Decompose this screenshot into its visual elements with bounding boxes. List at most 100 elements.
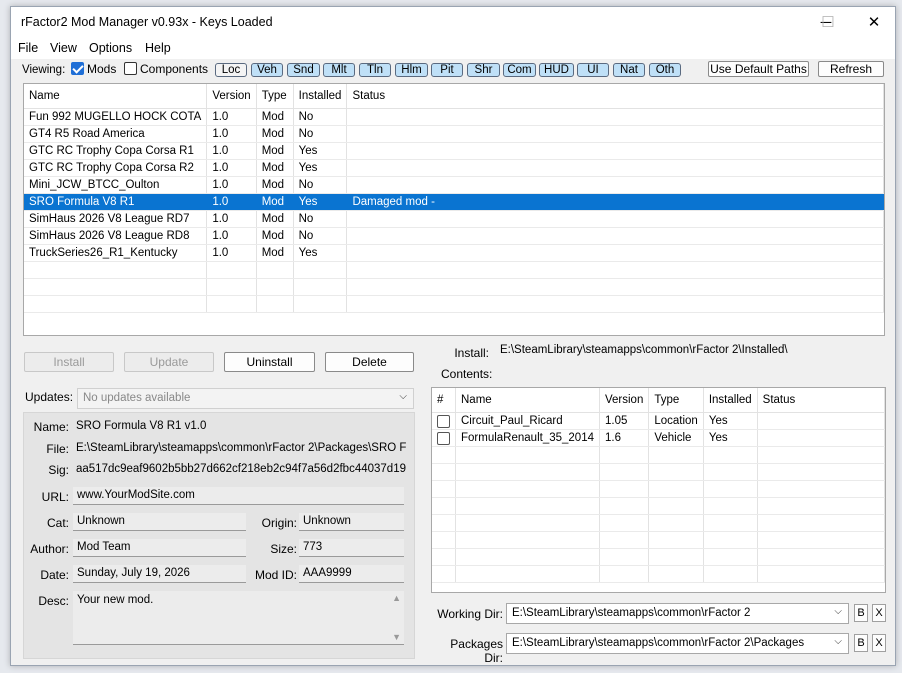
toggle-veh[interactable]: Veh <box>251 63 283 77</box>
content-type-cell: Location <box>648 412 704 430</box>
toggle-pit[interactable]: Pit <box>431 63 463 77</box>
empty-cell <box>206 295 257 313</box>
empty-cell <box>256 261 294 279</box>
toggle-hud[interactable]: HUD <box>539 63 574 77</box>
working-dir-clear-button[interactable]: X <box>872 604 886 622</box>
menu-file[interactable]: File <box>18 41 38 55</box>
col-status[interactable]: Status <box>346 84 884 109</box>
mod-row[interactable]: GT4 R5 Road America 1.0 Mod No <box>24 125 884 143</box>
packages-dir-clear-button[interactable]: X <box>872 634 886 652</box>
author-field[interactable]: Mod Team <box>73 539 246 557</box>
working-dir-dropdown[interactable]: E:\SteamLibrary\steamapps\common\rFactor… <box>506 603 849 624</box>
working-dir-value: E:\SteamLibrary\steamapps\common\rFactor… <box>512 607 751 619</box>
mod-row[interactable]: Fun 992 MUGELLO HOCK COTA 1.0 Mod No <box>24 108 884 126</box>
empty-cell <box>757 514 885 532</box>
content-row[interactable]: FormulaRenault_35_2014 1.6 Vehicle Yes <box>432 429 885 447</box>
menu-help[interactable]: Help <box>145 41 171 55</box>
desc-textarea[interactable]: Your new mod. ▲ ▼ <box>73 591 404 645</box>
col-installed[interactable]: Installed <box>293 84 348 109</box>
toggle-snd[interactable]: Snd <box>287 63 320 77</box>
contents-list[interactable]: # Name Version Type Installed Status Cir… <box>431 387 886 593</box>
toggle-hlm[interactable]: Hlm <box>395 63 428 77</box>
mod-row[interactable]: Mini_JCW_BTCC_Oulton 1.0 Mod No <box>24 176 884 194</box>
empty-cell <box>703 497 758 515</box>
empty-cell <box>599 463 650 481</box>
update-button[interactable]: Update <box>124 352 214 372</box>
refresh-button[interactable]: Refresh <box>818 61 884 77</box>
col-content-version[interactable]: Version <box>599 388 650 413</box>
packages-dir-browse-button[interactable]: B <box>854 634 868 652</box>
empty-cell <box>455 497 600 515</box>
install-path-label: Install: <box>454 346 489 360</box>
col-number[interactable]: # <box>432 388 456 413</box>
toggle-oth[interactable]: Oth <box>649 63 681 77</box>
scroll-up-icon[interactable]: ▲ <box>392 593 401 603</box>
empty-cell <box>455 565 600 583</box>
install-button[interactable]: Install <box>24 352 114 372</box>
mod-installed-cell: Yes <box>293 142 348 160</box>
col-content-status[interactable]: Status <box>757 388 885 413</box>
col-version[interactable]: Version <box>206 84 257 109</box>
mod-status-cell <box>346 142 884 160</box>
mod-version-cell: 1.0 <box>206 142 257 160</box>
maximize-button[interactable]: ☐ <box>805 7 851 37</box>
col-content-installed[interactable]: Installed <box>703 388 758 413</box>
toggle-com[interactable]: Com <box>503 63 536 77</box>
sig-value: aa517dc9eaf9602b5bb27d662cf218eb2c94f7a5… <box>76 463 406 475</box>
close-button[interactable]: ✕ <box>851 7 897 37</box>
mods-list[interactable]: Name Version Type Installed Status Fun 9… <box>23 83 885 336</box>
cat-field[interactable]: Unknown <box>73 513 246 531</box>
col-content-name[interactable]: Name <box>455 388 600 413</box>
empty-cell <box>455 480 600 498</box>
delete-button[interactable]: Delete <box>325 352 414 372</box>
size-field[interactable]: 773 <box>299 539 404 557</box>
updates-dropdown[interactable]: No updates available ⌵ <box>77 388 414 409</box>
mod-version-cell: 1.0 <box>206 193 257 211</box>
mod-row[interactable]: SimHaus 2026 V8 League RD8 1.0 Mod No <box>24 227 884 245</box>
file-value: E:\SteamLibrary\steamapps\common\rFactor… <box>76 442 406 454</box>
components-checkbox[interactable] <box>124 62 137 75</box>
menu-view[interactable]: View <box>50 41 77 55</box>
toggle-shr[interactable]: Shr <box>467 63 500 77</box>
working-dir-browse-button[interactable]: B <box>854 604 868 622</box>
mods-checkbox[interactable] <box>71 62 84 75</box>
col-content-type[interactable]: Type <box>648 388 704 413</box>
scroll-down-icon[interactable]: ▼ <box>392 632 401 642</box>
modid-field[interactable]: AAA9999 <box>299 565 404 583</box>
empty-cell <box>24 278 208 296</box>
mod-status-cell: Damaged mod - <box>346 193 884 211</box>
date-field[interactable]: Sunday, July 19, 2026 <box>73 565 246 583</box>
content-checkbox[interactable] <box>437 414 450 428</box>
empty-cell <box>599 565 650 583</box>
content-row[interactable]: Circuit_Paul_Ricard 1.05 Location Yes <box>432 412 885 430</box>
mod-row[interactable]: GTC RC Trophy Copa Corsa R1 1.0 Mod Yes <box>24 142 884 160</box>
empty-cell <box>757 480 885 498</box>
empty-row <box>432 497 885 515</box>
mod-row[interactable]: TruckSeries26_R1_Kentucky 1.0 Mod Yes <box>24 244 884 262</box>
toggle-tln[interactable]: Tln <box>359 63 391 77</box>
col-type[interactable]: Type <box>256 84 294 109</box>
menu-options[interactable]: Options <box>89 41 132 55</box>
empty-cell <box>757 565 885 583</box>
uninstall-button[interactable]: Uninstall <box>224 352 315 372</box>
toggle-loc[interactable]: Loc <box>215 63 247 77</box>
content-version-cell: 1.6 <box>599 429 650 447</box>
col-name[interactable]: Name <box>24 84 208 109</box>
url-field[interactable]: www.YourModSite.com <box>73 487 404 505</box>
use-default-paths-button[interactable]: Use Default Paths <box>708 61 809 77</box>
empty-row <box>432 446 885 464</box>
mod-type-cell: Mod <box>256 159 294 177</box>
empty-cell <box>432 446 456 464</box>
contents-label: Contents: <box>441 367 493 381</box>
content-checkbox[interactable] <box>437 431 450 445</box>
mod-row[interactable]: SimHaus 2026 V8 League RD7 1.0 Mod No <box>24 210 884 228</box>
toggle-mlt[interactable]: Mlt <box>323 63 355 77</box>
packages-dir-dropdown[interactable]: E:\SteamLibrary\steamapps\common\rFactor… <box>506 633 849 654</box>
empty-cell <box>599 446 650 464</box>
origin-field[interactable]: Unknown <box>299 513 404 531</box>
mod-row[interactable]: SRO Formula V8 R1 1.0 Mod Yes Damaged mod - <box>24 193 884 211</box>
toggle-nat[interactable]: Nat <box>613 63 645 77</box>
empty-cell <box>648 531 704 549</box>
mod-row[interactable]: GTC RC Trophy Copa Corsa R2 1.0 Mod Yes <box>24 159 884 177</box>
toggle-ui[interactable]: UI <box>577 63 609 77</box>
